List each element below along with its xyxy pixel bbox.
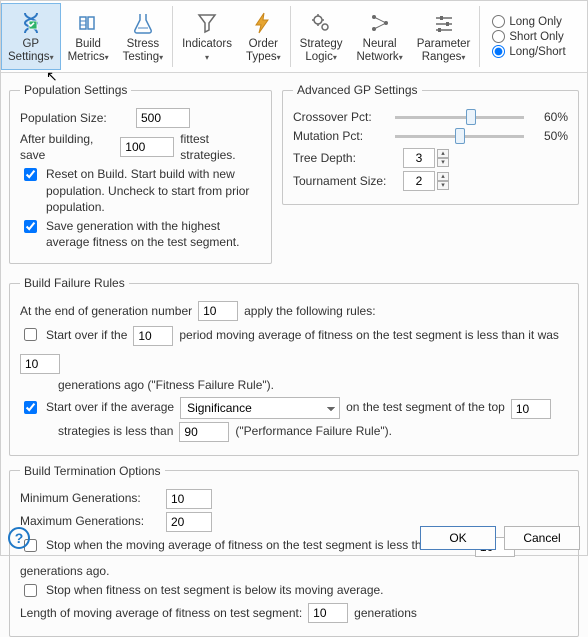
fitness-failure-tail: generations ago ("Fitness Failure Rule")… <box>58 377 274 393</box>
performance-failure-checkbox[interactable]: Start over if the average Significance o… <box>20 397 568 419</box>
build-termination-group: Build Termination Options Minimum Genera… <box>9 464 579 637</box>
performance-threshold-input[interactable] <box>179 422 229 442</box>
dna-icon <box>18 10 44 36</box>
toolbar-order-types[interactable]: Order Types▾ <box>239 3 288 70</box>
radio-long-short[interactable]: Long/Short <box>492 45 565 58</box>
tournament-size-input[interactable] <box>403 171 435 191</box>
bolt-icon <box>250 10 276 36</box>
after-build-input[interactable] <box>120 137 174 157</box>
ok-button[interactable]: OK <box>420 526 496 550</box>
toolbar: GP Settings▾ Build Metrics▾ Stress Testi… <box>1 1 587 73</box>
advanced-gp-legend: Advanced GP Settings <box>293 83 422 97</box>
tree-depth-label: Tree Depth: <box>293 150 397 166</box>
build-termination-legend: Build Termination Options <box>20 464 165 478</box>
min-gen-input[interactable] <box>166 489 212 509</box>
mutation-slider[interactable] <box>395 135 524 138</box>
gears-icon <box>308 10 334 36</box>
tournament-size-label: Tournament Size: <box>293 173 397 189</box>
toolbar-separator <box>172 6 173 67</box>
toolbar-gp-settings[interactable]: GP Settings▾ <box>1 3 61 70</box>
after-build-label-a: After building, save <box>20 131 114 163</box>
radio-short-only[interactable]: Short Only <box>492 30 565 43</box>
mutation-value: 50% <box>534 129 568 143</box>
toolbar-label: Indicators▾ <box>182 38 232 63</box>
advanced-gp-group: Advanced GP Settings Crossover Pct: 60% … <box>282 83 579 205</box>
tree-depth-spinner[interactable]: ▴▾ <box>437 149 449 167</box>
tournament-size-spinner[interactable]: ▴▾ <box>437 172 449 190</box>
crossover-label: Crossover Pct: <box>293 110 385 124</box>
population-settings-group: Population Settings Population Size: Aft… <box>9 83 272 264</box>
flask-icon <box>130 10 156 36</box>
cancel-button[interactable]: Cancel <box>504 526 580 550</box>
min-gen-label: Minimum Generations: <box>20 490 160 506</box>
toolbar-label: Neural Network▾ <box>357 38 403 63</box>
sliders-icon <box>431 10 457 36</box>
toolbar-label: GP Settings▾ <box>8 38 54 63</box>
stop-below-ma-checkbox[interactable]: Stop when fitness on test segment is bel… <box>20 582 568 600</box>
after-build-label-b: fittest strategies. <box>180 131 261 163</box>
toolbar-label: Order Types▾ <box>246 38 281 63</box>
content: Population Settings Population Size: Aft… <box>1 73 587 637</box>
position-radio-group: Long Only Short Only Long/Short <box>482 1 575 72</box>
toolbar-label: Parameter Ranges▾ <box>417 38 471 63</box>
toolbar-label: Strategy Logic▾ <box>300 38 343 63</box>
performance-metric-select[interactable]: Significance <box>180 397 340 419</box>
build-failure-group: Build Failure Rules At the end of genera… <box>9 276 579 455</box>
toolbar-separator <box>290 6 291 67</box>
toolbar-stress-testing[interactable]: Stress Testing▾ <box>116 3 170 70</box>
build-failure-legend: Build Failure Rules <box>20 276 129 290</box>
mutation-label: Mutation Pct: <box>293 129 385 143</box>
toolbar-param-ranges[interactable]: Parameter Ranges▾ <box>410 3 478 70</box>
tree-depth-input[interactable] <box>403 148 435 168</box>
toolbar-separator <box>479 6 480 67</box>
gen-number-input[interactable] <box>198 301 238 321</box>
save-generation-checkbox[interactable]: Save generation with the highest average… <box>20 218 261 250</box>
radio-long-only[interactable]: Long Only <box>492 15 565 28</box>
ma-length-input[interactable] <box>308 603 348 623</box>
fitness-failure-period-input[interactable] <box>133 326 173 346</box>
gen-number-label-a: At the end of generation number <box>20 303 192 319</box>
funnel-icon <box>194 10 220 36</box>
fitness-failure-gen-input[interactable] <box>20 354 60 374</box>
fitness-failure-checkbox[interactable]: Start over if the period moving average … <box>20 324 568 374</box>
ma-length-label: Length of moving average of fitness on t… <box>20 605 302 621</box>
toolbar-label: Stress Testing▾ <box>123 38 163 63</box>
ruler-icon <box>75 10 101 36</box>
crossover-value: 60% <box>534 110 568 124</box>
toolbar-label: Build Metrics▾ <box>68 38 109 63</box>
gen-number-label-b: apply the following rules: <box>244 303 375 319</box>
population-size-label: Population Size: <box>20 110 130 126</box>
toolbar-indicators[interactable]: Indicators▾ <box>175 3 239 70</box>
toolbar-neural-network[interactable]: Neural Network▾ <box>350 3 410 70</box>
population-size-input[interactable] <box>136 108 190 128</box>
toolbar-strategy-logic[interactable]: Strategy Logic▾ <box>293 3 350 70</box>
help-icon[interactable]: ? <box>8 527 30 549</box>
reset-on-build-checkbox[interactable]: Reset on Build. Start build with new pop… <box>20 166 261 215</box>
population-settings-legend: Population Settings <box>20 83 131 97</box>
footer: ? OK Cancel <box>8 526 580 550</box>
ma-length-suffix: generations <box>354 605 417 621</box>
performance-top-input[interactable] <box>511 399 551 419</box>
network-icon <box>367 10 393 36</box>
crossover-slider[interactable] <box>395 116 524 119</box>
toolbar-build-metrics[interactable]: Build Metrics▾ <box>61 3 116 70</box>
